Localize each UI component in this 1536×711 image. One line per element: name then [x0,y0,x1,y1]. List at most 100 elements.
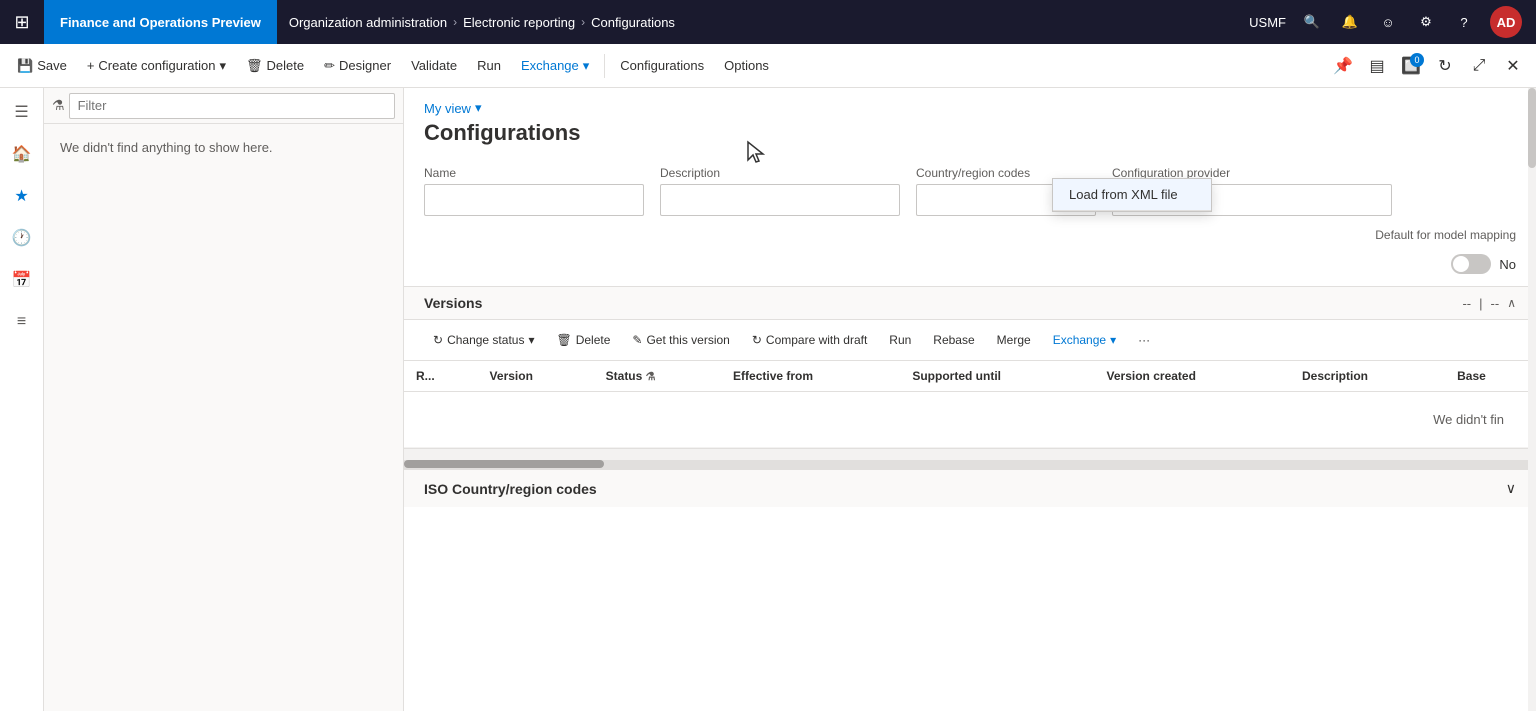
save-icon: 💾 [17,58,33,74]
exchange-chevron-icon: ▾ [583,58,590,74]
designer-icon: ✏ [324,58,335,74]
versions-more-button[interactable]: ··· [1129,326,1159,354]
compare-icon: ↻ [752,333,762,347]
name-input[interactable] [424,184,644,216]
col-effective-from: Effective from [721,361,900,392]
versions-sep: | [1479,296,1482,311]
notifications-button[interactable]: 🔔 [1332,0,1368,44]
pin-button[interactable]: 📌 [1328,51,1358,81]
versions-exchange-button[interactable]: Exchange ▾ [1044,326,1125,354]
apps-icon: ⊞ [14,12,29,33]
sidebar-modules[interactable]: ≡ [2,302,42,342]
status-filter-icon[interactable]: ⚗ [646,371,656,383]
sidebar-hamburger[interactable]: ☰ [2,92,42,132]
description-input[interactable] [660,184,900,216]
validate-button[interactable]: Validate [402,49,466,83]
versions-header: Versions -- | -- ∧ [404,287,1536,320]
col-description: Description [1290,361,1445,392]
apps-button[interactable]: ⊞ [0,0,44,44]
usmf-button[interactable]: USMF [1243,0,1292,44]
my-view-chevron-icon: ▾ [475,100,482,116]
versions-exchange-chevron-icon: ▾ [1110,333,1116,347]
content-header: My view ▾ Configurations [404,88,1536,154]
help-icon: ? [1460,15,1467,30]
right-content: Load from XML file My view ▾ Configurati… [404,88,1536,711]
delete-button[interactable]: 🗑 Delete [237,49,313,83]
app-title: Finance and Operations Preview [44,0,277,44]
merge-button[interactable]: Merge [988,326,1040,354]
default-mapping-label: Default for model mapping [1375,228,1516,242]
create-icon: + [87,58,95,73]
change-status-button[interactable]: ↻ Change status ▾ [424,326,543,354]
page-title: Configurations [424,120,1516,146]
expand-button[interactable]: ⤢ [1464,51,1494,81]
badge-button[interactable]: 🔲 0 [1396,51,1426,81]
iso-title: ISO Country/region codes [424,481,597,497]
filter-input[interactable] [69,93,395,119]
versions-collapse-button[interactable]: ∧ [1507,296,1516,310]
options-button[interactable]: Options [715,49,778,83]
iso-collapse-icon: ∨ [1506,480,1516,497]
description-label: Description [660,166,900,180]
help-button[interactable]: ? [1446,0,1482,44]
create-chevron-icon: ▾ [220,58,227,74]
versions-run-button[interactable]: Run [880,326,920,354]
default-mapping-row: Default for model mapping [404,228,1536,254]
default-mapping-toggle[interactable] [1451,254,1491,274]
breadcrumb-org[interactable]: Organization administration [289,15,447,30]
sidebar-favorites[interactable]: ★ [2,176,42,216]
filter-icon: ⚗ [52,97,65,114]
form-row-1: Name Description Country/region codes Co… [404,154,1536,228]
settings-button[interactable]: ⚙ [1408,0,1444,44]
run-button[interactable]: Run [468,49,510,83]
toolbar-sep-1 [604,54,605,78]
sidebar-icons: ☰ 🏠 ★ 🕐 📅 ≡ [0,88,44,711]
col-base: Base [1445,361,1536,392]
versions-toolbar: ↻ Change status ▾ 🗑 Delete ✎ Get this ve… [404,320,1536,361]
horizontal-scrollbar[interactable] [404,448,1536,460]
get-this-version-button[interactable]: ✎ Get this version [623,326,738,354]
create-configuration-button[interactable]: + Create configuration ▾ [78,49,235,83]
versions-dash-2: -- [1491,296,1500,311]
refresh-button[interactable]: ↻ [1430,51,1460,81]
compare-with-draft-button[interactable]: ↻ Compare with draft [743,326,876,354]
load-from-xml-button[interactable]: Load from XML file [1053,179,1211,211]
col-r: R... [404,361,478,392]
feedback-button[interactable]: ☺ [1370,0,1406,44]
toolbar-right: 📌 ▤ 🔲 0 ↻ ⤢ ✕ [1328,51,1528,81]
vertical-scrollbar[interactable] [1528,88,1536,711]
sidebar-home[interactable]: 🏠 [2,134,42,174]
my-view-selector[interactable]: My view ▾ [424,100,1516,116]
description-field: Description [660,166,900,216]
breadcrumb-sep-1: › [453,15,457,29]
close-button[interactable]: ✕ [1498,51,1528,81]
iso-header[interactable]: ISO Country/region codes ∨ [404,470,1536,507]
change-status-chevron-icon: ▾ [528,333,534,347]
breadcrumb-config[interactable]: Configurations [591,15,675,30]
designer-button[interactable]: ✏ Designer [315,49,400,83]
versions-delete-button[interactable]: 🗑 Delete [547,326,619,354]
save-button[interactable]: 💾 Save [8,49,76,83]
toggle-value: No [1499,257,1516,272]
bell-icon: 🔔 [1342,14,1358,30]
col-status: Status ⚗ [594,361,721,392]
breadcrumb: Organization administration › Electronic… [277,0,687,44]
exchange-button[interactable]: Exchange ▾ [512,49,598,83]
name-label: Name [424,166,644,180]
toggle-knob [1453,256,1469,272]
exchange-dropdown: Load from XML file [1052,178,1212,212]
configurations-button[interactable]: Configurations [611,49,713,83]
panel-button[interactable]: ▤ [1362,51,1392,81]
change-status-icon: ↻ [433,333,443,347]
search-icon: 🔍 [1304,14,1320,30]
search-button[interactable]: 🔍 [1294,0,1330,44]
user-avatar[interactable]: AD [1484,0,1528,44]
iso-section: ISO Country/region codes ∨ [404,469,1536,507]
breadcrumb-er[interactable]: Electronic reporting [463,15,575,30]
rebase-button[interactable]: Rebase [924,326,983,354]
versions-title: Versions [424,295,482,311]
sidebar-workspaces[interactable]: 📅 [2,260,42,300]
main-layout: ☰ 🏠 ★ 🕐 📅 ≡ ⚗ We didn't find anything to… [0,88,1536,711]
get-version-icon: ✎ [632,333,642,347]
sidebar-recent[interactable]: 🕐 [2,218,42,258]
